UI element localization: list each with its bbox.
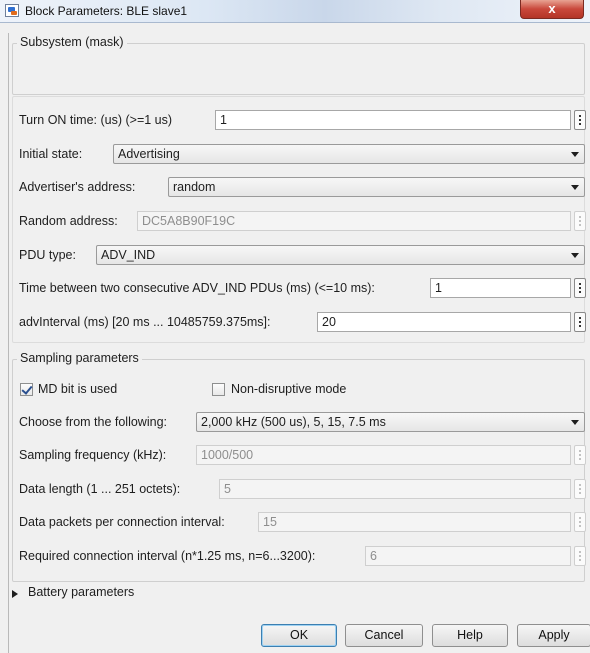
apply-button[interactable]: Apply xyxy=(517,624,590,647)
chevron-down-icon xyxy=(571,253,579,258)
random-address-label: Random address: xyxy=(19,214,118,228)
turn-on-time-field[interactable]: 1 xyxy=(215,110,571,130)
packets-per-interval-label: Data packets per connection interval: xyxy=(19,515,225,529)
mask-group-title: Subsystem (mask) xyxy=(17,35,127,49)
chevron-down-icon xyxy=(571,185,579,190)
sampling-frequency-options-icon xyxy=(574,445,586,465)
data-length-options-icon xyxy=(574,479,586,499)
choose-option-value: 2,000 kHz (500 us), 5, 15, 7.5 ms xyxy=(201,415,386,429)
connection-interval-label: Required connection interval (n*1.25 ms,… xyxy=(19,549,316,563)
data-length-label: Data length (1 ... 251 octets): xyxy=(19,482,181,496)
help-button[interactable]: Help xyxy=(432,624,508,647)
title-bar[interactable]: Block Parameters: BLE slave1 x xyxy=(0,0,590,23)
connection-interval-field: 6 xyxy=(365,546,571,566)
advertiser-address-select[interactable]: random xyxy=(168,177,585,197)
packets-per-interval-options-icon xyxy=(574,512,586,532)
initial-state-label: Initial state: xyxy=(19,147,83,161)
dialog-window: Block Parameters: BLE slave1 x Subsystem… xyxy=(0,0,590,653)
battery-parameters-section[interactable]: Battery parameters xyxy=(28,585,134,599)
turn-on-time-label: Turn ON time: (us) (>=1 us) xyxy=(19,113,173,127)
ok-button[interactable]: OK xyxy=(261,624,337,647)
md-bit-label: MD bit is used xyxy=(38,382,118,396)
time-between-pdus-field[interactable]: 1 xyxy=(430,278,571,298)
pdu-type-select[interactable]: ADV_IND xyxy=(96,245,585,265)
advertiser-address-value: random xyxy=(173,180,216,194)
turn-on-time-options-icon[interactable] xyxy=(574,110,586,130)
adv-interval-field[interactable]: 20 xyxy=(317,312,571,332)
close-button[interactable]: x xyxy=(520,0,584,19)
sampling-frequency-field: 1000/500 xyxy=(196,445,571,465)
initial-state-select[interactable]: Advertising xyxy=(113,144,585,164)
random-address-field: DC5A8B90F19C xyxy=(137,211,571,231)
random-address-options-icon xyxy=(574,211,586,231)
expand-triangle-icon[interactable] xyxy=(12,590,18,598)
choose-option-select[interactable]: 2,000 kHz (500 us), 5, 15, 7.5 ms xyxy=(196,412,585,432)
pdu-type-value: ADV_IND xyxy=(101,248,156,262)
initial-state-value: Advertising xyxy=(118,147,180,161)
time-between-pdus-options-icon[interactable] xyxy=(574,278,586,298)
connection-interval-options-icon xyxy=(574,546,586,566)
sampling-group-title: Sampling parameters xyxy=(17,351,142,365)
cancel-button[interactable]: Cancel xyxy=(345,624,423,647)
time-between-pdus-label: Time between two consecutive ADV_IND PDU… xyxy=(19,281,375,295)
mask-description-group: Subsystem (mask) xyxy=(12,35,585,95)
simulink-app-icon xyxy=(5,4,19,17)
non-disruptive-label: Non-disruptive mode xyxy=(231,382,347,396)
md-bit-checkbox[interactable] xyxy=(20,383,33,396)
non-disruptive-checkbox[interactable] xyxy=(212,383,225,396)
sampling-frequency-label: Sampling frequency (kHz): xyxy=(19,448,167,462)
choose-option-label: Choose from the following: xyxy=(19,415,167,429)
chevron-down-icon xyxy=(571,152,579,157)
chevron-down-icon xyxy=(571,420,579,425)
adv-interval-label: advInterval (ms) [20 ms ... 10485759.375… xyxy=(19,315,271,329)
pdu-type-label: PDU type: xyxy=(19,248,76,262)
packets-per-interval-field: 15 xyxy=(258,512,571,532)
data-length-field: 5 xyxy=(219,479,571,499)
advertiser-address-label: Advertiser's address: xyxy=(19,180,136,194)
dialog-client-area: Subsystem (mask) Turn ON time: (us) (>=1… xyxy=(8,33,590,653)
window-title: Block Parameters: BLE slave1 xyxy=(25,4,188,18)
adv-interval-options-icon[interactable] xyxy=(574,312,586,332)
